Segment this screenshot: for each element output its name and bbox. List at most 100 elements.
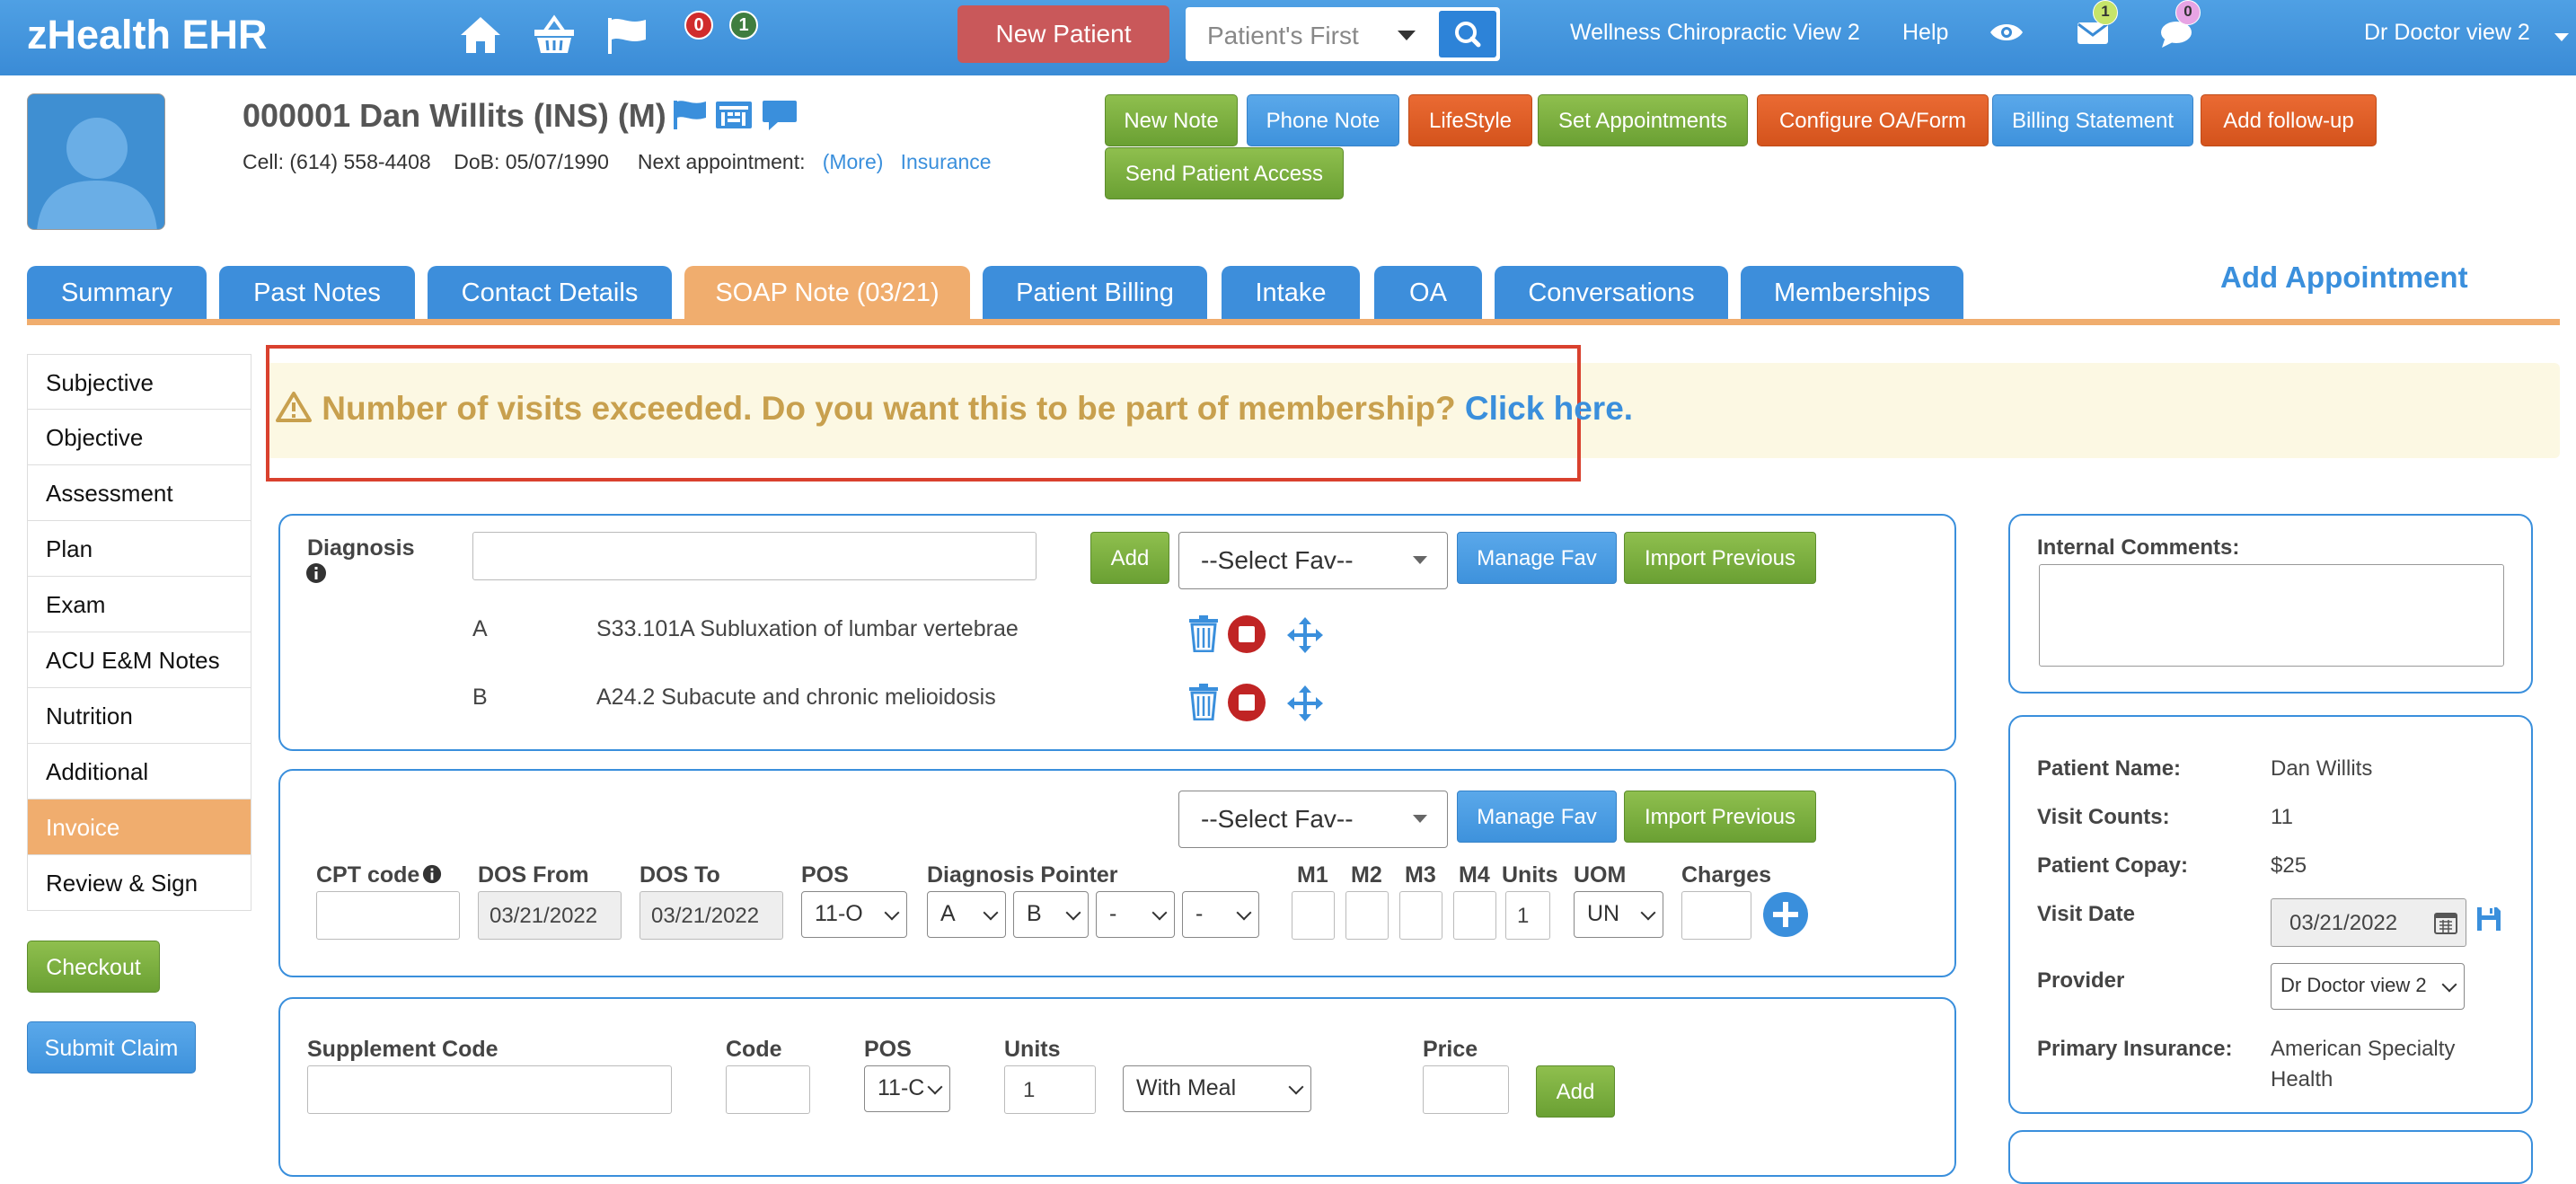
- home-icon[interactable]: [458, 14, 503, 60]
- tab-memberships[interactable]: Memberships: [1741, 266, 1963, 320]
- insurance-link[interactable]: Insurance: [901, 150, 992, 173]
- cpt-code-input[interactable]: [316, 891, 460, 940]
- clinic-view-selector[interactable]: Wellness Chiropractic View 2: [1570, 20, 1860, 46]
- set-appointments-button[interactable]: Set Appointments: [1538, 94, 1748, 146]
- membership-click-here-link[interactable]: Click here.: [1465, 390, 1633, 427]
- diagnosis-pointer-3-select[interactable]: -: [1096, 891, 1175, 938]
- chevron-down-icon: [1288, 1079, 1304, 1095]
- info-icon[interactable]: [305, 562, 327, 588]
- task-count-badge[interactable]: 1: [729, 11, 758, 40]
- patient-avatar[interactable]: [27, 93, 165, 230]
- cpt-import-previous-button[interactable]: Import Previous: [1624, 791, 1816, 843]
- calendar-icon[interactable]: [2433, 910, 2458, 940]
- search-type-dropdown-icon[interactable]: [1398, 31, 1416, 40]
- supplement-add-button[interactable]: Add: [1536, 1065, 1615, 1118]
- add-row-plus-icon[interactable]: [1762, 891, 1809, 942]
- supplement-code-field[interactable]: [726, 1065, 810, 1114]
- tab-summary[interactable]: Summary: [27, 266, 207, 320]
- trash-icon[interactable]: [1187, 683, 1220, 725]
- move-icon[interactable]: [1286, 685, 1324, 727]
- basket-icon[interactable]: [532, 14, 577, 60]
- patient-search-input[interactable]: Patient's First: [1207, 22, 1359, 50]
- add-follow-up-button[interactable]: Add follow-up: [2201, 94, 2377, 146]
- help-link[interactable]: Help: [1902, 20, 1948, 46]
- patient-card-icon[interactable]: [715, 99, 753, 136]
- diagnosis-pointer-2-select[interactable]: B: [1013, 891, 1089, 938]
- trash-icon[interactable]: [1187, 614, 1220, 657]
- internal-comments-textarea[interactable]: [2039, 564, 2504, 667]
- stop-icon[interactable]: [1227, 683, 1266, 727]
- flag-icon[interactable]: [605, 16, 648, 60]
- new-note-button[interactable]: New Note: [1105, 94, 1238, 146]
- app-brand[interactable]: zHealth EHR: [27, 12, 268, 58]
- new-patient-button[interactable]: New Patient: [957, 5, 1169, 63]
- tab-contact-details[interactable]: Contact Details: [428, 266, 672, 320]
- cpt-pos-select[interactable]: 11-O: [801, 891, 907, 938]
- visit-counts-value: 11: [2271, 805, 2293, 829]
- diagnosis-search-input[interactable]: [472, 532, 1037, 580]
- phone-note-button[interactable]: Phone Note: [1247, 94, 1399, 146]
- chevron-down-icon[interactable]: [2554, 31, 2569, 47]
- meal-timing-select[interactable]: With Meal: [1123, 1065, 1311, 1112]
- stop-icon[interactable]: [1227, 614, 1266, 658]
- cpt-fav-select[interactable]: --Select Fav--: [1178, 791, 1448, 848]
- uom-select[interactable]: UN: [1574, 891, 1663, 938]
- tab-patient-billing[interactable]: Patient Billing: [983, 266, 1207, 320]
- patient-flag-icon[interactable]: [672, 99, 708, 136]
- save-icon[interactable]: [2475, 906, 2502, 937]
- sidebar-item-assessment[interactable]: Assessment: [27, 465, 251, 521]
- mail-icon[interactable]: [2077, 22, 2109, 49]
- diagnosis-pointer-1-select[interactable]: A: [927, 891, 1006, 938]
- sidebar-item-nutrition[interactable]: Nutrition: [27, 688, 251, 744]
- tab-past-notes[interactable]: Past Notes: [219, 266, 415, 320]
- tab-intake[interactable]: Intake: [1222, 266, 1360, 320]
- sidebar-item-objective[interactable]: Objective: [27, 410, 251, 465]
- sidebar-item-exam[interactable]: Exam: [27, 577, 251, 632]
- provider-select[interactable]: Dr Doctor view 2: [2271, 963, 2465, 1010]
- alert-count-badge[interactable]: 0: [684, 11, 713, 40]
- diagnosis-manage-fav-button[interactable]: Manage Fav: [1457, 532, 1617, 584]
- charges-input[interactable]: [1681, 891, 1751, 940]
- sidebar-item-acu-em-notes[interactable]: ACU E&M Notes: [27, 632, 251, 688]
- supplement-units-input[interactable]: 1: [1004, 1065, 1096, 1114]
- eye-icon[interactable]: [1989, 20, 2025, 49]
- supplement-code-input[interactable]: [307, 1065, 672, 1114]
- tab-oa[interactable]: OA: [1374, 266, 1482, 320]
- m3-input[interactable]: [1399, 891, 1442, 940]
- cpt-manage-fav-button[interactable]: Manage Fav: [1457, 791, 1617, 843]
- top-nav-bar: zHealth EHR 0 1 New Patient Patient's Fi…: [0, 0, 2576, 75]
- send-patient-access-button[interactable]: Send Patient Access: [1105, 147, 1344, 199]
- diagnosis-import-previous-button[interactable]: Import Previous: [1624, 532, 1816, 584]
- sidebar-item-subjective[interactable]: Subjective: [27, 354, 251, 410]
- billing-statement-button[interactable]: Billing Statement: [1992, 94, 2193, 146]
- move-icon[interactable]: [1286, 616, 1324, 658]
- dos-from-input[interactable]: 03/21/2022: [478, 891, 622, 940]
- add-appointment-link[interactable]: Add Appointment: [2220, 261, 2468, 295]
- sidebar-item-invoice[interactable]: Invoice: [27, 800, 251, 855]
- tab-conversations[interactable]: Conversations: [1495, 266, 1728, 320]
- info-icon[interactable]: [422, 864, 442, 888]
- dos-to-input[interactable]: 03/21/2022: [640, 891, 783, 940]
- m1-input[interactable]: [1292, 891, 1335, 940]
- diagnosis-fav-select[interactable]: --Select Fav--: [1178, 532, 1448, 589]
- visit-date-input[interactable]: 03/21/2022: [2271, 898, 2466, 947]
- sidebar-item-plan[interactable]: Plan: [27, 521, 251, 577]
- checkout-button[interactable]: Checkout: [27, 941, 160, 993]
- m2-input[interactable]: [1345, 891, 1389, 940]
- tab-soap-note[interactable]: SOAP Note (03/21): [684, 266, 970, 320]
- diagnosis-pointer-4-select[interactable]: -: [1182, 891, 1259, 938]
- supplement-pos-select[interactable]: 11-C: [864, 1065, 950, 1112]
- more-link[interactable]: (More): [823, 150, 884, 173]
- sidebar-item-additional[interactable]: Additional: [27, 744, 251, 800]
- cpt-units-input[interactable]: 1: [1505, 891, 1550, 940]
- diagnosis-add-button[interactable]: Add: [1090, 532, 1169, 584]
- supplement-price-input[interactable]: [1423, 1065, 1509, 1114]
- m4-input[interactable]: [1453, 891, 1496, 940]
- configure-oa-form-button[interactable]: Configure OA/Form: [1757, 94, 1989, 146]
- patient-message-icon[interactable]: [762, 99, 798, 136]
- sidebar-item-review-sign[interactable]: Review & Sign: [27, 855, 251, 911]
- search-button[interactable]: [1439, 11, 1496, 57]
- user-menu[interactable]: Dr Doctor view 2: [2364, 20, 2530, 46]
- lifestyle-button[interactable]: LifeStyle: [1408, 94, 1532, 146]
- submit-claim-button[interactable]: Submit Claim: [27, 1021, 196, 1074]
